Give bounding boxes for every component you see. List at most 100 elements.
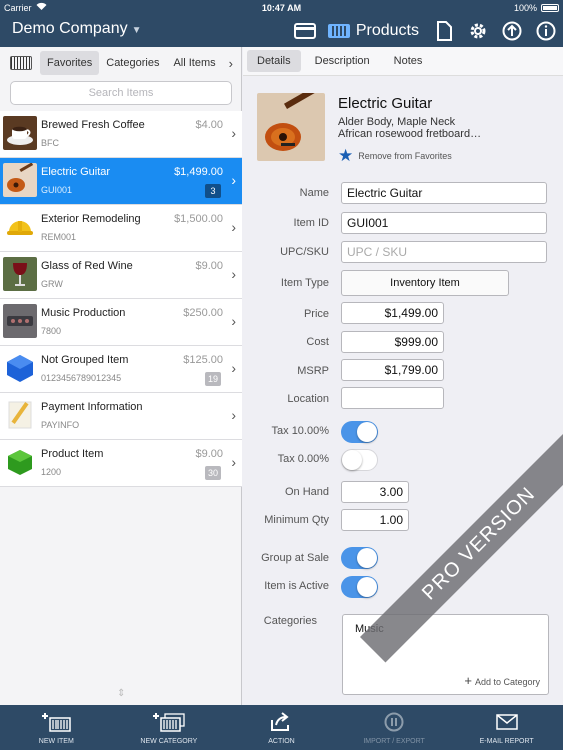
location-field[interactable] — [341, 387, 444, 409]
item-name: Product Item — [41, 448, 104, 460]
quantity-badge: 19 — [204, 372, 221, 386]
tax2-toggle[interactable] — [341, 449, 378, 471]
payment-icon[interactable] — [293, 19, 317, 43]
guitar-thumbnail — [3, 163, 37, 197]
item-title: Electric Guitar — [338, 95, 433, 112]
item-description-line: Alder Body, Maple Neck — [338, 116, 456, 128]
item-price: $9.00 — [195, 448, 223, 460]
new-category-button[interactable]: NEW CATEGORY — [113, 705, 226, 750]
list-item[interactable]: Electric Guitar GUI001 $1,499.00 3 › — [0, 158, 242, 205]
item-price: $9.00 — [195, 260, 223, 272]
tab-description[interactable]: Description — [305, 50, 380, 72]
list-item[interactable]: Glass of Red Wine GRW $9.00 › — [0, 252, 242, 299]
music-thumbnail — [3, 304, 37, 338]
toggle-knob — [357, 548, 377, 568]
item-code: REM001 — [41, 232, 77, 242]
search-input[interactable]: Search Items — [10, 81, 232, 105]
plus-icon: + — [464, 673, 472, 688]
wine-thumbnail — [3, 257, 37, 291]
tax2-label: Tax 0.00% — [277, 453, 329, 465]
tab-notes[interactable]: Notes — [384, 50, 433, 72]
msrp-field[interactable]: $1,799.00 — [341, 359, 444, 381]
list-item[interactable]: Product Item 1200 $9.00 30 › — [0, 440, 242, 487]
item-type-button[interactable]: Inventory Item — [341, 270, 509, 296]
document-icon[interactable] — [432, 19, 456, 43]
quantity-badge: 3 — [205, 184, 221, 198]
add-category-button[interactable]: + Add to Category — [464, 673, 540, 688]
item-name: Music Production — [41, 307, 126, 319]
battery-icon — [541, 4, 559, 12]
remove-favorite-label: Remove from Favorites — [358, 151, 452, 161]
new-item-button[interactable]: NEW ITEM — [0, 705, 113, 750]
chevron-right-icon: › — [231, 266, 236, 282]
group-at-sale-label: Group at Sale — [261, 552, 329, 564]
msrp-label: MSRP — [297, 365, 329, 377]
item-list: Brewed Fresh Coffee BFC $4.00 › Electric… — [0, 111, 242, 487]
list-item[interactable]: Music Production 7800 $250.00 › — [0, 299, 242, 346]
item-price: $1,500.00 — [174, 213, 223, 225]
chevron-right-icon: › — [231, 454, 236, 470]
add-category-label: Add to Category — [474, 677, 540, 687]
new-category-label: NEW CATEGORY — [140, 738, 198, 745]
list-item[interactable]: Not Grouped Item 0123456789012345 $125.0… — [0, 346, 242, 393]
item-code: BFC — [41, 138, 59, 148]
min-qty-label: Minimum Qty — [264, 514, 329, 526]
item-id-field[interactable]: GUI001 — [341, 212, 547, 234]
cost-field[interactable]: $999.00 — [341, 331, 444, 353]
top-bar: Carrier 10:47 AM 100% Demo Company ▼ Prod… — [0, 0, 563, 47]
tab-categories[interactable]: Categories — [99, 51, 166, 75]
chevron-down-icon: ▼ — [131, 25, 142, 36]
min-qty-field[interactable]: 1.00 — [341, 509, 409, 531]
item-type-label: Item Type — [280, 277, 329, 289]
item-active-toggle[interactable] — [341, 576, 378, 598]
item-photo[interactable] — [257, 93, 325, 161]
tax1-toggle[interactable] — [341, 421, 378, 443]
company-selector[interactable]: Demo Company ▼ — [12, 20, 142, 38]
toggle-knob — [342, 450, 362, 470]
item-id-label: Item ID — [293, 217, 329, 229]
item-name: Payment Information — [41, 401, 143, 413]
quantity-badge: 30 — [204, 466, 221, 480]
item-name: Brewed Fresh Coffee — [41, 119, 145, 131]
chevron-right-icon: › — [231, 219, 236, 235]
info-icon[interactable] — [534, 19, 558, 43]
list-item[interactable]: Brewed Fresh Coffee BFC $4.00 › — [0, 111, 242, 158]
upload-icon[interactable] — [500, 19, 524, 43]
import-export-icon — [338, 711, 451, 733]
on-hand-label: On Hand — [284, 486, 329, 498]
upc-field[interactable]: UPC / SKU — [341, 241, 547, 263]
toggle-knob — [357, 577, 377, 597]
detail-tabs: Details Description Notes — [243, 47, 563, 76]
remove-favorite-button[interactable]: ★ Remove from Favorites — [338, 146, 452, 166]
new-item-icon — [0, 711, 113, 733]
name-field[interactable]: Electric Guitar — [341, 182, 547, 204]
tab-all-items[interactable]: All Items — [166, 51, 222, 75]
list-item[interactable]: Exterior Remodeling REM001 $1,500.00 › — [0, 205, 242, 252]
products-button[interactable]: Products — [327, 22, 419, 40]
products-label: Products — [355, 22, 419, 39]
item-name: Electric Guitar — [41, 166, 111, 178]
blue-cube-thumbnail — [3, 351, 37, 385]
gear-icon[interactable] — [466, 19, 490, 43]
action-button[interactable]: ACTION — [225, 705, 338, 750]
on-hand-field[interactable]: 3.00 — [341, 481, 409, 503]
group-at-sale-toggle[interactable] — [341, 547, 378, 569]
price-field[interactable]: $1,499.00 — [341, 302, 444, 324]
list-item[interactable]: Payment Information PAYINFO › — [0, 393, 242, 440]
resize-handle-icon[interactable]: ⇕ — [117, 688, 125, 699]
import-export-button[interactable]: IMPORT / EXPORT — [338, 705, 451, 750]
chevron-right-icon[interactable]: › — [229, 56, 233, 71]
tab-details[interactable]: Details — [247, 50, 301, 72]
upc-label: UPC/SKU — [280, 246, 329, 258]
tab-favorites[interactable]: Favorites — [40, 51, 100, 75]
item-code: GUI001 — [41, 185, 73, 195]
chevron-right-icon: › — [231, 313, 236, 329]
cost-label: Cost — [306, 336, 329, 348]
action-label: ACTION — [268, 738, 295, 745]
list-filter-bar: Favorites Categories All Items › — [0, 47, 242, 79]
email-report-button[interactable]: E-MAIL REPORT — [450, 705, 563, 750]
toggle-knob — [357, 422, 377, 442]
categories-label: Categories — [263, 615, 317, 627]
barcode-scan-icon[interactable] — [10, 56, 32, 70]
company-name: Demo Company — [12, 20, 128, 37]
